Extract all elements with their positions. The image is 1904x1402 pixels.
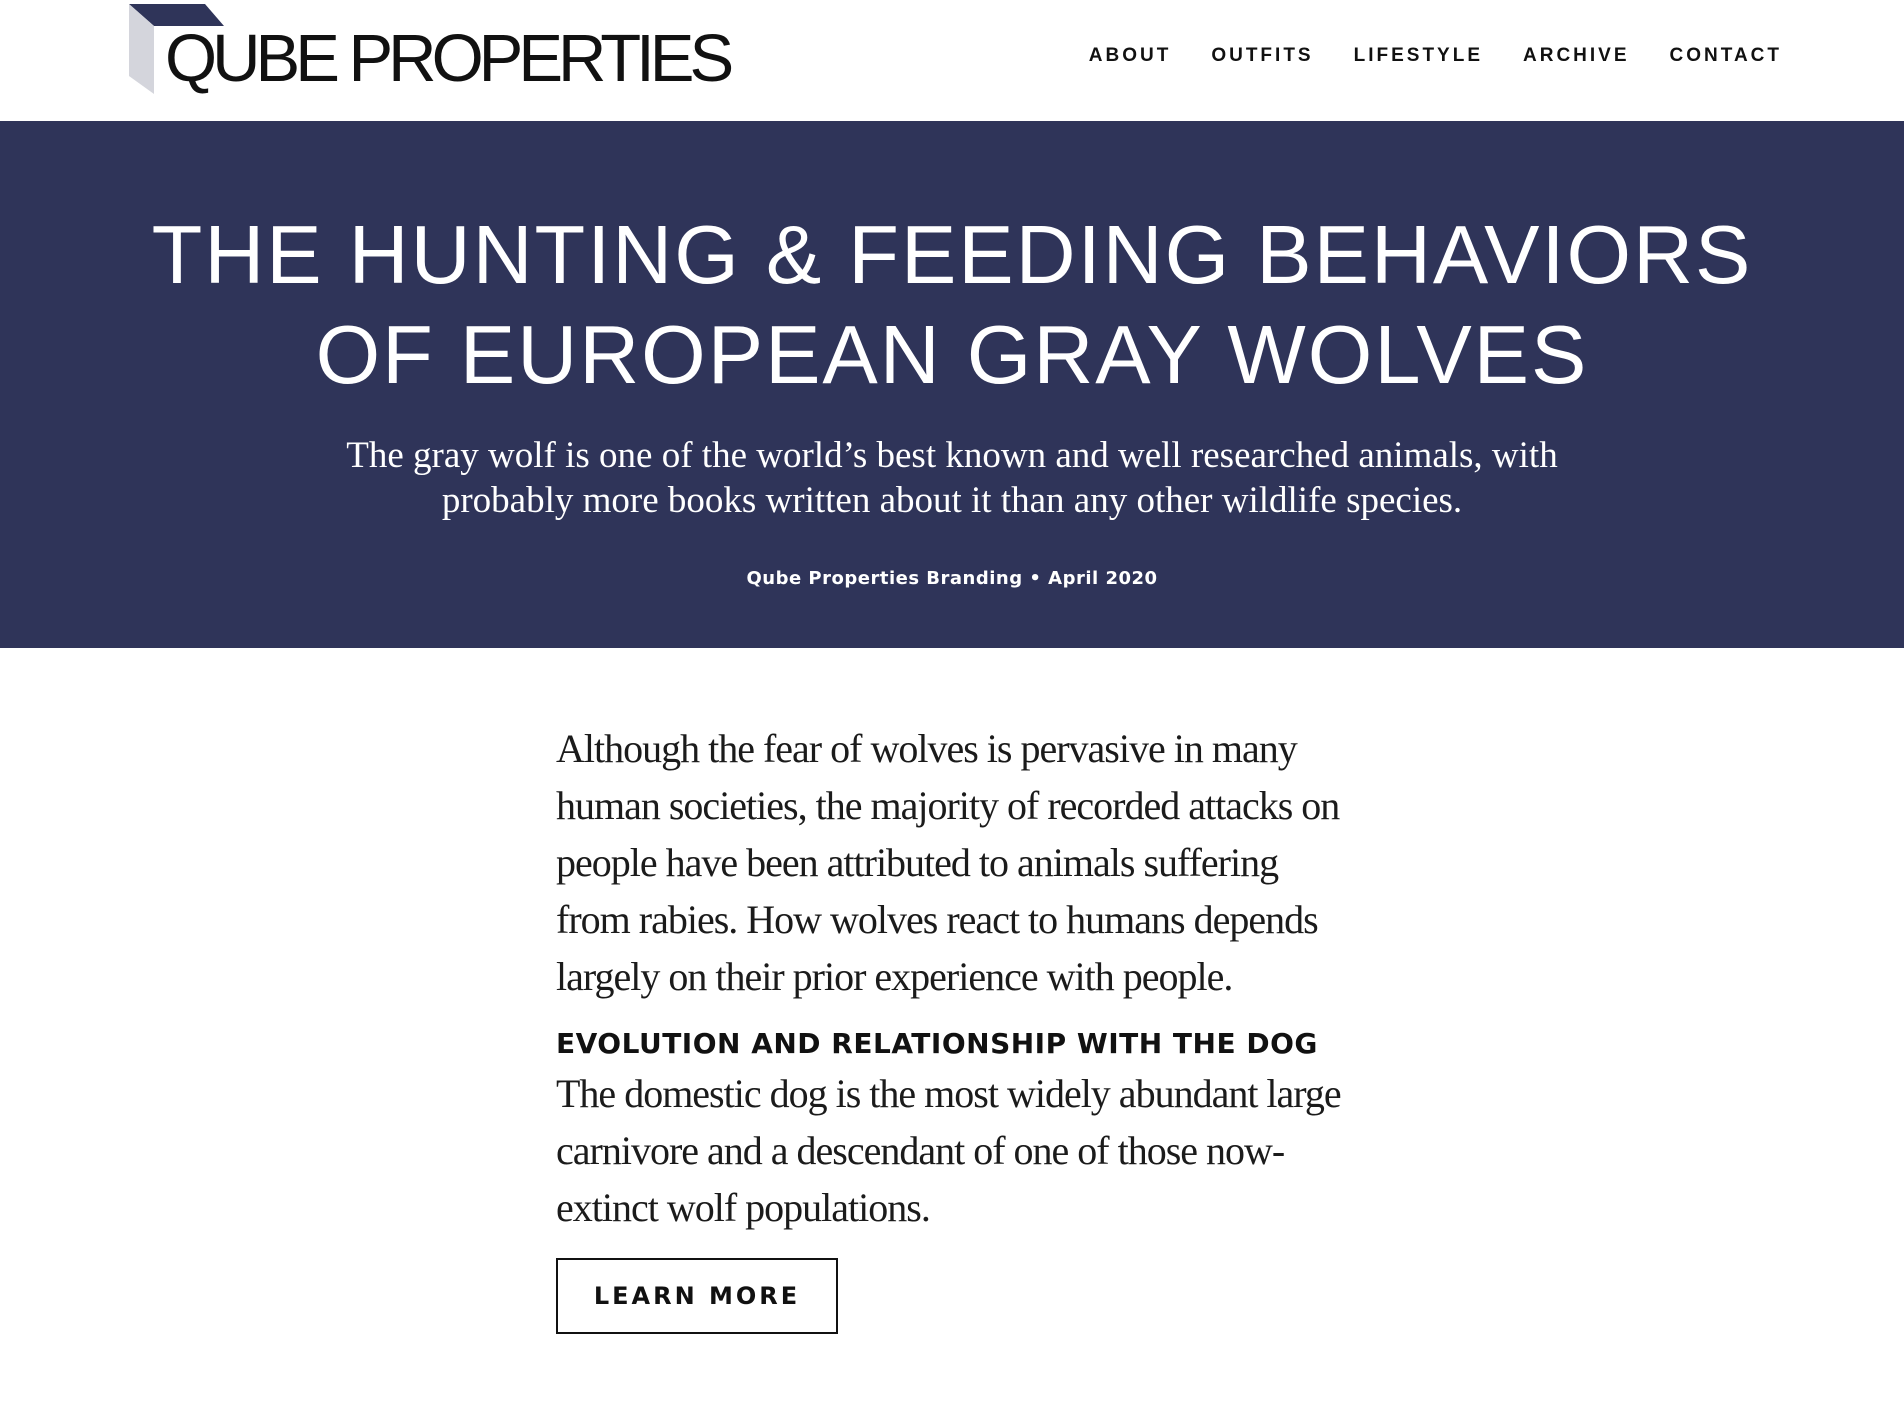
- article-body: Although the fear of wolves is pervasive…: [556, 720, 1356, 1334]
- brand-logo[interactable]: QUBE PROPERTIES: [129, 4, 734, 96]
- intro-paragraph: Although the fear of wolves is pervasive…: [556, 726, 1340, 999]
- post-meta: Qube Properties Branding • April 2020: [746, 568, 1158, 589]
- section-heading: EVOLUTION AND RELATIONSHIP WITH THE DOG: [556, 1027, 1318, 1060]
- nav-item-contact[interactable]: CONTACT: [1670, 45, 1782, 67]
- learn-more-button[interactable]: LEARN MORE: [556, 1258, 838, 1334]
- hero-banner: THE HUNTING & FEEDING BEHAVIORS OF EUROP…: [0, 121, 1904, 648]
- nav-item-about[interactable]: ABOUT: [1089, 45, 1172, 67]
- brand-name: QUBE PROPERTIES: [165, 21, 734, 96]
- page-title: THE HUNTING & FEEDING BEHAVIORS OF EUROP…: [151, 208, 1753, 401]
- nav-item-outfits[interactable]: OUTFITS: [1211, 45, 1313, 67]
- nav-item-archive[interactable]: ARCHIVE: [1523, 45, 1630, 67]
- section-paragraph: The domestic dog is the most widely abun…: [556, 1071, 1342, 1230]
- site-header: QUBE PROPERTIES ABOUT OUTFITS LIFESTYLE …: [0, 0, 1904, 121]
- hero-subtitle: The gray wolf is one of the world’s best…: [346, 435, 1558, 521]
- main-nav: ABOUT OUTFITS LIFESTYLE ARCHIVE CONTACT: [1049, 45, 1782, 67]
- nav-item-lifestyle[interactable]: LIFESTYLE: [1354, 45, 1483, 67]
